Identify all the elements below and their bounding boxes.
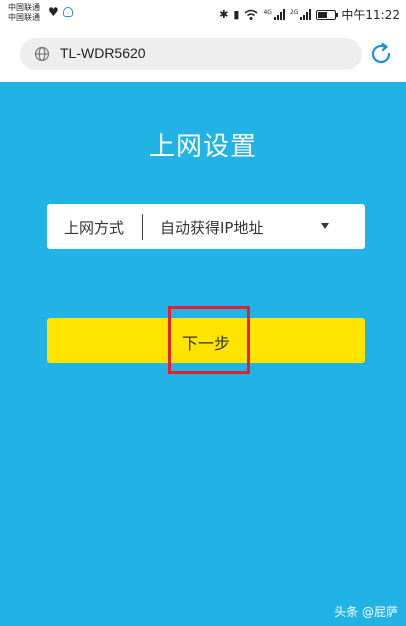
address-bar[interactable]: TL-WDR5620: [20, 38, 362, 70]
url-text: TL-WDR5620: [60, 45, 146, 61]
bluetooth-icon: ✱: [219, 7, 229, 21]
connection-type-value: 自动获得IP地址: [160, 219, 264, 237]
carrier-2: 中国联通: [8, 13, 40, 22]
battery-icon: [316, 9, 339, 20]
status-bar: 中国联通 中国联通 ♥ ✱ ▮ 4G 2G 中午11:22: [0, 0, 406, 30]
network-type-1: 4G: [263, 9, 272, 16]
signal-icon-2: 2G: [289, 9, 312, 20]
connection-type-label: 上网方式: [64, 219, 125, 237]
wifi-icon: [244, 9, 258, 20]
globe-icon: [34, 46, 50, 62]
notification-icons: ♥: [48, 6, 73, 18]
clock: 中午11:22: [341, 8, 400, 22]
vibrate-icon: ▮: [233, 7, 240, 21]
dropdown-arrow-icon: [321, 223, 329, 229]
highlight-annotation: [168, 306, 250, 374]
signal-icon-1: 4G: [263, 9, 285, 20]
page-title: 上网设置: [148, 132, 257, 162]
field-divider: [142, 214, 143, 240]
setup-panel: 上网设置 上网方式 自动获得IP地址 下一步 头条 @屁萨: [0, 82, 406, 626]
carrier-info: 中国联通 中国联通: [8, 3, 40, 23]
system-status: ✱ ▮ 4G 2G 中午11:22: [219, 6, 400, 23]
watermark: 头条 @屁萨: [334, 605, 398, 619]
carrier-1: 中国联通: [8, 3, 40, 12]
connection-type-select[interactable]: 上网方式 自动获得IP地址: [47, 204, 365, 249]
network-type-2: 2G: [289, 9, 299, 16]
heart-icon: ♥: [48, 5, 59, 19]
refresh-icon[interactable]: [369, 42, 393, 66]
headset-icon: [62, 7, 73, 17]
